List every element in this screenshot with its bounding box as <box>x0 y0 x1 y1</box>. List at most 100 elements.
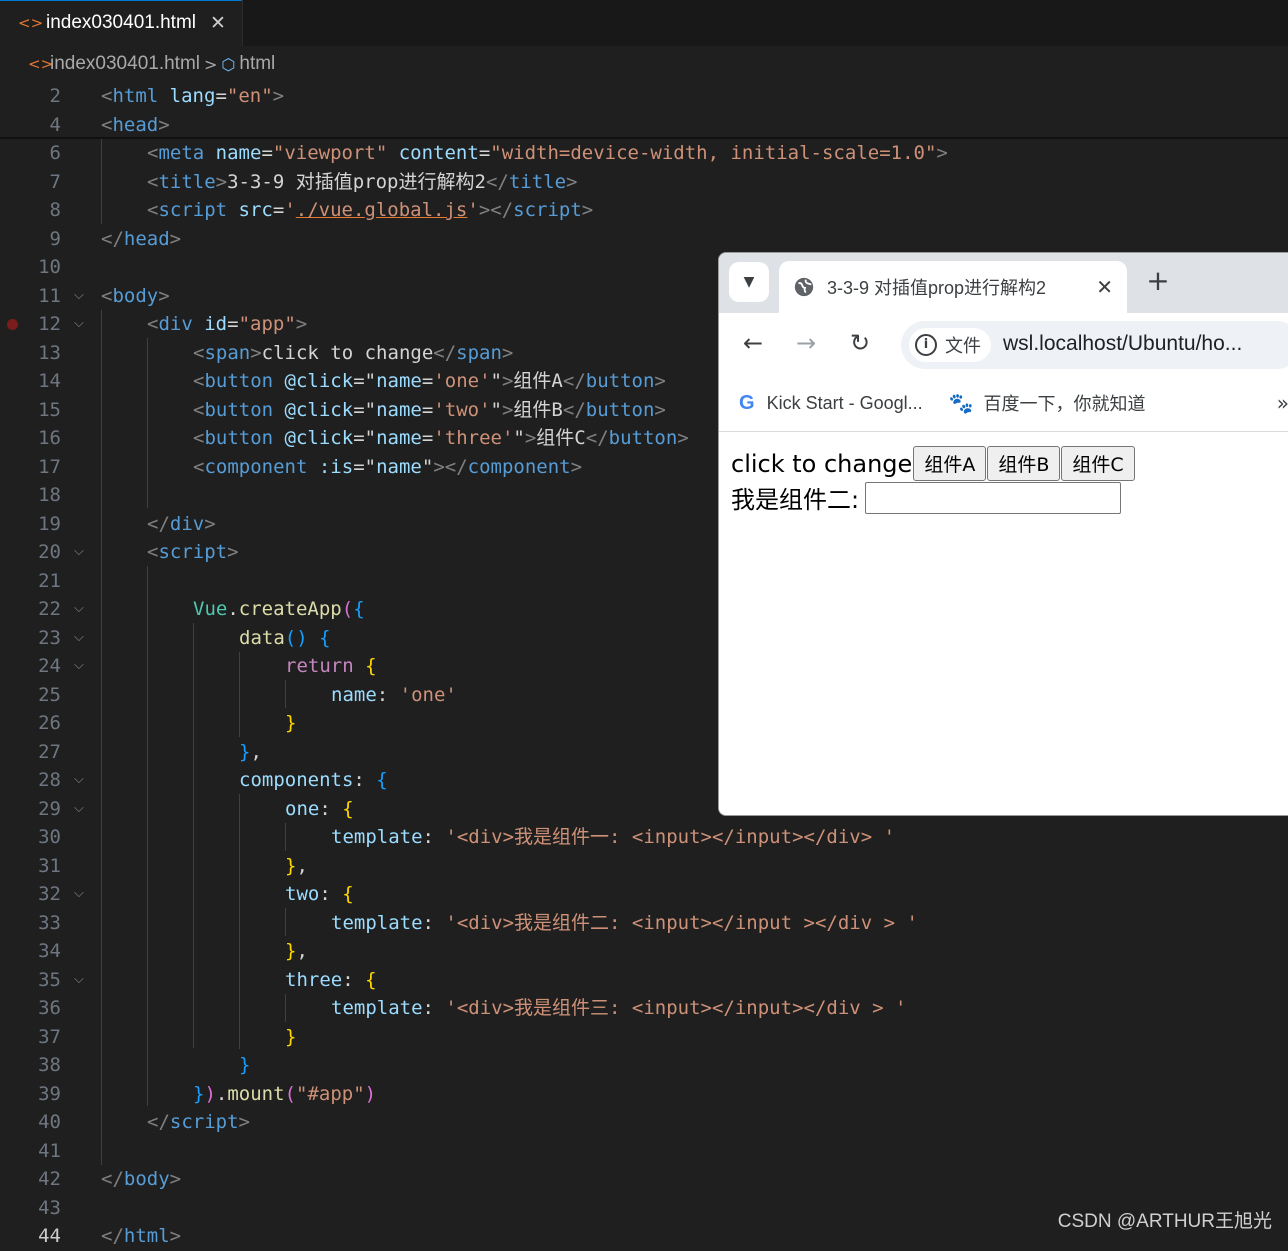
code-token: , <box>296 940 308 962</box>
fold-chevron-icon[interactable]: ⌵ <box>74 766 84 795</box>
line-number: 21 <box>38 569 61 592</box>
code-token: : <box>422 826 446 848</box>
code-token: < <box>147 170 159 193</box>
line-number: 42 <box>38 1168 61 1190</box>
line-number: 26 <box>38 712 61 734</box>
code-token: </ <box>147 512 170 535</box>
browser-tab[interactable]: 3-3-9 对插值prop进行解构2 ✕ <box>779 261 1127 313</box>
code-line[interactable]: 32 ⌵ two: { <box>0 880 1288 909</box>
code-line[interactable]: 9 </head> <box>0 225 1288 254</box>
code-token: > <box>238 1111 250 1133</box>
code-token: () <box>284 626 308 649</box>
code-token: 'one' <box>399 683 457 706</box>
watermark: CSDN @ARTHUR王旭光 <box>1057 1211 1272 1232</box>
code-token: component <box>467 455 571 478</box>
code-text: <meta name="viewport" content="width=dev… <box>147 139 948 168</box>
code-line[interactable]: 34}, <box>0 937 1288 966</box>
component-a-button[interactable]: 组件A <box>913 446 987 481</box>
code-token: { <box>342 883 354 905</box>
code-line[interactable]: 6 <meta name="viewport" content="width=de… <box>0 139 1288 168</box>
code-line[interactable]: 7 <title>3-3-9 对插值prop进行解构2</title> <box>0 168 1288 197</box>
site-info-chip[interactable]: i 文件 <box>909 328 991 362</box>
code-text: name: 'one' <box>331 681 457 710</box>
code-token: '<div>我是组件三: <input></input></div > ' <box>445 997 907 1019</box>
code-token: ) <box>204 1082 216 1105</box>
code-token: : <box>319 883 343 905</box>
code-token: </ <box>485 170 509 193</box>
component-c-button[interactable]: 组件C <box>1061 446 1135 481</box>
code-text: <script src='./vue.global.js'></script> <box>147 196 593 225</box>
fold-chevron-icon[interactable]: ⌵ <box>74 795 84 824</box>
code-line[interactable]: 37} <box>0 1023 1288 1052</box>
editor-tab[interactable]: <> index030401.html ✕ <box>0 0 243 46</box>
bookmarks-bar: G Kick Start - Googl... 🐾 百度一下，你就知道 » <box>719 375 1288 432</box>
line-number: 13 <box>38 341 61 364</box>
code-token: . <box>227 598 239 620</box>
line-number: 10 <box>38 256 61 278</box>
fold-chevron-icon[interactable]: ⌵ <box>74 310 84 339</box>
code-token: div <box>169 512 205 535</box>
fold-chevron-icon[interactable]: ⌵ <box>74 966 84 995</box>
breadcrumb-element[interactable]: html <box>239 53 275 75</box>
code-token: = <box>227 313 239 335</box>
reload-icon[interactable]: ↻ <box>840 323 880 363</box>
code-token: ) <box>364 1082 377 1105</box>
code-line[interactable]: 8 <script src='./vue.global.js'></script> <box>0 196 1288 225</box>
code-token: name <box>215 142 262 164</box>
fold-chevron-icon[interactable]: ⌵ <box>74 652 84 681</box>
forward-arrow-icon[interactable]: → <box>786 323 826 363</box>
code-text: template: '<div>我是组件三: <input></input></… <box>331 994 906 1023</box>
code-token: } <box>285 1025 297 1048</box>
code-line[interactable]: 33 template: '<div>我是组件二: <input></input … <box>0 909 1288 938</box>
fold-chevron-icon[interactable]: ⌵ <box>74 282 84 311</box>
fold-chevron-icon[interactable]: ⌵ <box>74 624 84 653</box>
code-text: }, <box>285 937 308 966</box>
code-token: id <box>204 313 228 335</box>
code-token: script <box>169 1111 239 1133</box>
breadcrumb-file[interactable]: index030401.html <box>50 53 200 75</box>
code-token: name <box>376 370 422 392</box>
code-text: <button @click="name='two'">组件B</button> <box>193 396 666 425</box>
code-token: </ <box>562 370 586 392</box>
close-icon[interactable]: ✕ <box>210 12 226 34</box>
fold-chevron-icon[interactable]: ⌵ <box>74 880 84 909</box>
code-line[interactable]: 39}).mount("#app") <box>0 1080 1288 1109</box>
code-token: ' <box>467 199 479 221</box>
code-line[interactable]: 40 </script> <box>0 1108 1288 1137</box>
code-line[interactable]: 36 template: '<div>我是组件三: <input></input>… <box>0 994 1288 1023</box>
code-token: > <box>204 512 216 535</box>
bookmark-baidu[interactable]: 🐾 百度一下，你就知道 <box>949 390 1146 416</box>
code-line[interactable]: 2 <html lang="en"> <box>0 82 1288 111</box>
code-token: "en" <box>226 85 273 107</box>
code-token: < <box>193 370 205 392</box>
code-line[interactable]: 42 </body> <box>0 1165 1288 1194</box>
code-token: > <box>570 455 583 478</box>
back-arrow-icon[interactable]: ← <box>733 323 773 363</box>
code-token: </ <box>585 427 609 449</box>
code-token: > <box>677 427 689 449</box>
chevron-down-icon[interactable]: ▼ <box>729 262 769 302</box>
url-text[interactable]: wsl.localhost/Ubuntu/ho... <box>1003 332 1242 356</box>
code-line[interactable]: 31}, <box>0 852 1288 881</box>
close-icon[interactable]: ✕ <box>1096 275 1113 299</box>
fold-chevron-icon[interactable]: ⌵ <box>74 538 84 567</box>
bookmarks-overflow-icon[interactable]: » <box>1277 391 1288 415</box>
code-line[interactable]: 30 template: '<div>我是组件一: <input></input>… <box>0 823 1288 852</box>
bookmark-kick-start[interactable]: G Kick Start - Googl... <box>739 392 923 415</box>
line-number: 4 <box>49 113 61 136</box>
address-bar[interactable]: i 文件 wsl.localhost/Ubuntu/ho... <box>901 321 1288 369</box>
code-line[interactable]: 41 <box>0 1137 1288 1166</box>
code-line[interactable]: 38} <box>0 1051 1288 1080</box>
code-line[interactable]: 35 ⌵ three: { <box>0 966 1288 995</box>
code-line[interactable]: 4 <head> <box>0 111 1288 140</box>
code-token: 'two' <box>433 398 491 421</box>
code-text: </div> <box>147 510 216 539</box>
component-b-button[interactable]: 组件B <box>987 446 1061 481</box>
code-token: head <box>112 113 159 136</box>
new-tab-button[interactable]: + <box>1143 264 1173 298</box>
fold-chevron-icon[interactable]: ⌵ <box>74 595 84 624</box>
component-input[interactable] <box>865 481 1122 514</box>
